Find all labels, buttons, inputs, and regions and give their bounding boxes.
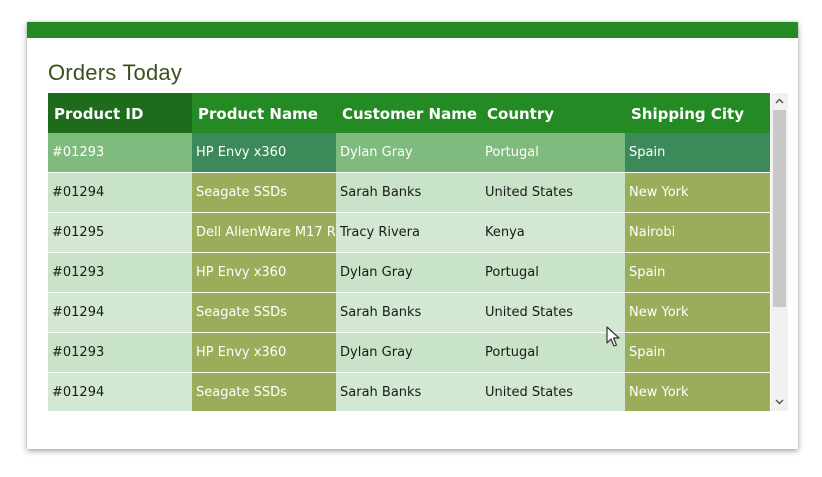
header-country[interactable]: Country [481, 93, 625, 133]
table-row[interactable]: #01293 HP Envy x360 Dylan Gray Portugal … [48, 253, 770, 293]
cell-product-id[interactable]: #01293 [48, 333, 192, 372]
cell-product-id[interactable]: #01294 [48, 373, 192, 411]
cell-customer-name[interactable]: Dylan Gray [336, 133, 481, 172]
cell-product-id[interactable]: #01293 [48, 133, 192, 172]
cell-product-name[interactable]: Seagate SSDs [192, 293, 336, 332]
cell-customer-name[interactable]: Sarah Banks [336, 173, 481, 212]
cell-country[interactable]: United States [481, 293, 625, 332]
scrollbar-thumb[interactable] [773, 110, 786, 307]
cell-product-id[interactable]: #01294 [48, 293, 192, 332]
grid-body: #01293 HP Envy x360 Dylan Gray Portugal … [48, 133, 770, 411]
table-row[interactable]: #01294 Seagate SSDs Sarah Banks United S… [48, 293, 770, 333]
cell-customer-name[interactable]: Tracy Rivera [336, 213, 481, 252]
cell-customer-name[interactable]: Sarah Banks [336, 373, 481, 411]
cell-country[interactable]: Portugal [481, 133, 625, 172]
cell-product-name[interactable]: Dell AlienWare M17 R4 [192, 213, 336, 252]
table-row[interactable]: #01294 Seagate SSDs Sarah Banks United S… [48, 373, 770, 411]
cell-shipping-city[interactable]: New York [625, 173, 770, 212]
cell-shipping-city[interactable]: New York [625, 373, 770, 411]
mouse-cursor-icon [606, 326, 620, 347]
cell-product-id[interactable]: #01293 [48, 253, 192, 292]
card-top-bar [27, 22, 798, 38]
cell-shipping-city[interactable]: New York [625, 293, 770, 332]
cell-product-name[interactable]: Seagate SSDs [192, 373, 336, 411]
cell-country[interactable]: United States [481, 373, 625, 411]
cell-country[interactable]: Portugal [481, 253, 625, 292]
header-shipping-city[interactable]: Shipping City [625, 93, 770, 133]
cell-product-name[interactable]: HP Envy x360 [192, 253, 336, 292]
cell-customer-name[interactable]: Sarah Banks [336, 293, 481, 332]
cell-country[interactable]: Portugal [481, 333, 625, 372]
header-customer-name[interactable]: Customer Name [336, 93, 481, 133]
orders-grid[interactable]: Product ID Product Name Customer Name Co… [48, 93, 788, 411]
orders-card: Orders Today Product ID Product Name Cus… [27, 22, 798, 449]
page-title: Orders Today [48, 60, 183, 85]
chevron-up-icon[interactable] [771, 93, 788, 110]
cell-customer-name[interactable]: Dylan Gray [336, 333, 481, 372]
cell-country[interactable]: United States [481, 173, 625, 212]
table-row-selected[interactable]: #01293 HP Envy x360 Dylan Gray Portugal … [48, 133, 770, 173]
table-row[interactable]: #01293 HP Envy x360 Dylan Gray Portugal … [48, 333, 770, 373]
header-product-id[interactable]: Product ID [48, 93, 192, 133]
chevron-down-icon[interactable] [771, 394, 788, 411]
cell-shipping-city[interactable]: Nairobi [625, 213, 770, 252]
cell-customer-name[interactable]: Dylan Gray [336, 253, 481, 292]
vertical-scrollbar[interactable] [771, 93, 788, 411]
grid-header: Product ID Product Name Customer Name Co… [48, 93, 770, 133]
cell-shipping-city[interactable]: Spain [625, 133, 770, 172]
cell-product-id[interactable]: #01294 [48, 173, 192, 212]
table-row[interactable]: #01294 Seagate SSDs Sarah Banks United S… [48, 173, 770, 213]
cell-product-name[interactable]: HP Envy x360 [192, 333, 336, 372]
table-row[interactable]: #01295 Dell AlienWare M17 R4 Tracy River… [48, 213, 770, 253]
header-product-name[interactable]: Product Name [192, 93, 336, 133]
cell-shipping-city[interactable]: Spain [625, 253, 770, 292]
cell-country[interactable]: Kenya [481, 213, 625, 252]
cell-product-name[interactable]: Seagate SSDs [192, 173, 336, 212]
cell-shipping-city[interactable]: Spain [625, 333, 770, 372]
cell-product-name[interactable]: HP Envy x360 [192, 133, 336, 172]
cell-product-id[interactable]: #01295 [48, 213, 192, 252]
